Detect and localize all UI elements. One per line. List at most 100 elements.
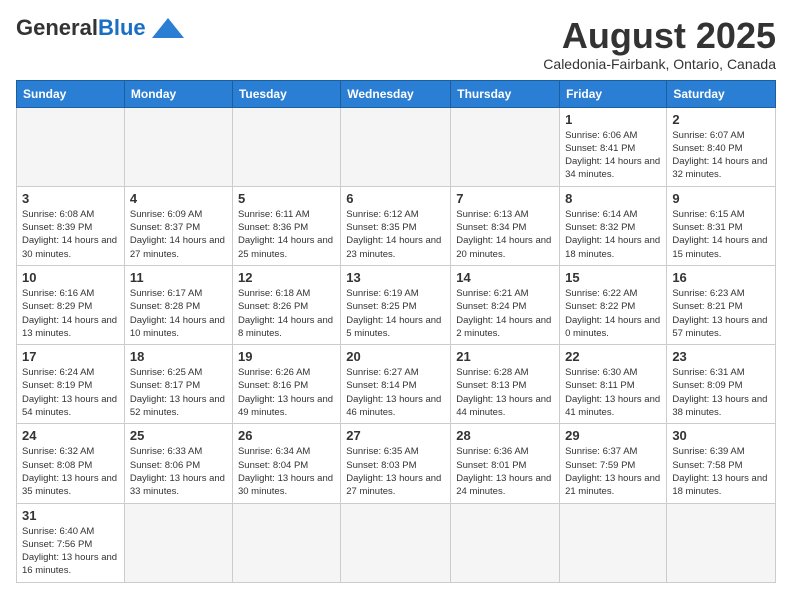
day-info: Sunrise: 6:32 AM Sunset: 8:08 PM Dayligh… xyxy=(22,445,119,498)
day-number: 24 xyxy=(22,428,119,443)
day-cell xyxy=(341,503,451,582)
logo-icon xyxy=(150,16,186,40)
day-number: 20 xyxy=(346,349,445,364)
day-cell: 1Sunrise: 6:06 AM Sunset: 8:41 PM Daylig… xyxy=(560,107,667,186)
day-cell: 19 Sunrise: 6:26 AM Sunset: 8:16 PM Dayli… xyxy=(232,345,340,424)
day-info: Sunrise: 6:26 AM Sunset: 8:16 PM Dayligh… xyxy=(238,366,335,419)
day-cell xyxy=(560,503,667,582)
day-info: Sunrise: 6:33 AM Sunset: 8:06 PM Dayligh… xyxy=(130,445,227,498)
calendar-header: SundayMondayTuesdayWednesdayThursdayFrid… xyxy=(17,80,776,107)
day-number: 17 xyxy=(22,349,119,364)
week-row-6: 31 Sunrise: 6:40 AM Sunset: 7:56 PM Dayli… xyxy=(17,503,776,582)
day-info: Sunrise: 6:35 AM Sunset: 8:03 PM Dayligh… xyxy=(346,445,445,498)
day-info: Sunrise: 6:11 AM Sunset: 8:36 PM Dayligh… xyxy=(238,208,335,261)
day-number: 28 xyxy=(456,428,554,443)
day-cell: 23 Sunrise: 6:31 AM Sunset: 8:09 PM Dayli… xyxy=(667,345,776,424)
header-cell-thursday: Thursday xyxy=(451,80,560,107)
day-number: 10 xyxy=(22,270,119,285)
day-cell xyxy=(17,107,125,186)
day-info: Sunrise: 6:14 AM Sunset: 8:32 PM Dayligh… xyxy=(565,208,661,261)
day-number: 30 xyxy=(672,428,770,443)
day-info: Sunrise: 6:18 AM Sunset: 8:26 PM Dayligh… xyxy=(238,287,335,340)
day-number: 23 xyxy=(672,349,770,364)
day-info: Sunrise: 6:06 AM Sunset: 8:41 PM Dayligh… xyxy=(565,129,661,182)
day-cell xyxy=(341,107,451,186)
day-number: 14 xyxy=(456,270,554,285)
day-cell: 4Sunrise: 6:09 AM Sunset: 8:37 PM Daylig… xyxy=(124,186,232,265)
header-cell-saturday: Saturday xyxy=(667,80,776,107)
header-row: SundayMondayTuesdayWednesdayThursdayFrid… xyxy=(17,80,776,107)
week-row-5: 24 Sunrise: 6:32 AM Sunset: 8:08 PM Dayli… xyxy=(17,424,776,503)
day-info: Sunrise: 6:12 AM Sunset: 8:35 PM Dayligh… xyxy=(346,208,445,261)
logo-area: GeneralBlue xyxy=(16,16,186,40)
day-number: 15 xyxy=(565,270,661,285)
day-cell: 14Sunrise: 6:21 AM Sunset: 8:24 PM Dayli… xyxy=(451,265,560,344)
day-info: Sunrise: 6:28 AM Sunset: 8:13 PM Dayligh… xyxy=(456,366,554,419)
day-info: Sunrise: 6:27 AM Sunset: 8:14 PM Dayligh… xyxy=(346,366,445,419)
day-info: Sunrise: 6:31 AM Sunset: 8:09 PM Dayligh… xyxy=(672,366,770,419)
day-cell: 5 Sunrise: 6:11 AM Sunset: 8:36 PM Daylig… xyxy=(232,186,340,265)
day-number: 31 xyxy=(22,508,119,523)
day-number: 27 xyxy=(346,428,445,443)
day-cell: 9Sunrise: 6:15 AM Sunset: 8:31 PM Daylig… xyxy=(667,186,776,265)
day-cell: 18 Sunrise: 6:25 AM Sunset: 8:17 PM Dayli… xyxy=(124,345,232,424)
day-number: 11 xyxy=(130,270,227,285)
day-cell: 2Sunrise: 6:07 AM Sunset: 8:40 PM Daylig… xyxy=(667,107,776,186)
day-cell: 15 Sunrise: 6:22 AM Sunset: 8:22 PM Dayli… xyxy=(560,265,667,344)
day-info: Sunrise: 6:36 AM Sunset: 8:01 PM Dayligh… xyxy=(456,445,554,498)
day-info: Sunrise: 6:30 AM Sunset: 8:11 PM Dayligh… xyxy=(565,366,661,419)
day-cell xyxy=(451,503,560,582)
day-number: 5 xyxy=(238,191,335,206)
day-info: Sunrise: 6:17 AM Sunset: 8:28 PM Dayligh… xyxy=(130,287,227,340)
day-info: Sunrise: 6:09 AM Sunset: 8:37 PM Dayligh… xyxy=(130,208,227,261)
day-info: Sunrise: 6:13 AM Sunset: 8:34 PM Dayligh… xyxy=(456,208,554,261)
day-cell: 3 Sunrise: 6:08 AM Sunset: 8:39 PM Daylig… xyxy=(17,186,125,265)
day-info: Sunrise: 6:23 AM Sunset: 8:21 PM Dayligh… xyxy=(672,287,770,340)
day-cell: 27 Sunrise: 6:35 AM Sunset: 8:03 PM Dayli… xyxy=(341,424,451,503)
day-cell: 29 Sunrise: 6:37 AM Sunset: 7:59 PM Dayli… xyxy=(560,424,667,503)
day-number: 8 xyxy=(565,191,661,206)
day-info: Sunrise: 6:37 AM Sunset: 7:59 PM Dayligh… xyxy=(565,445,661,498)
day-cell: 24 Sunrise: 6:32 AM Sunset: 8:08 PM Dayli… xyxy=(17,424,125,503)
day-cell xyxy=(124,107,232,186)
day-number: 18 xyxy=(130,349,227,364)
week-row-4: 17Sunrise: 6:24 AM Sunset: 8:19 PM Dayli… xyxy=(17,345,776,424)
day-cell: 30 Sunrise: 6:39 AM Sunset: 7:58 PM Dayli… xyxy=(667,424,776,503)
day-cell: 31 Sunrise: 6:40 AM Sunset: 7:56 PM Dayli… xyxy=(17,503,125,582)
day-number: 13 xyxy=(346,270,445,285)
day-info: Sunrise: 6:40 AM Sunset: 7:56 PM Dayligh… xyxy=(22,525,119,578)
subtitle: Caledonia-Fairbank, Ontario, Canada xyxy=(543,56,776,72)
logo-text: GeneralBlue xyxy=(16,17,146,39)
week-row-3: 10 Sunrise: 6:16 AM Sunset: 8:29 PM Dayli… xyxy=(17,265,776,344)
day-cell xyxy=(667,503,776,582)
day-info: Sunrise: 6:39 AM Sunset: 7:58 PM Dayligh… xyxy=(672,445,770,498)
day-cell xyxy=(124,503,232,582)
day-number: 29 xyxy=(565,428,661,443)
header: GeneralBlue August 2025 Caledonia-Fairba… xyxy=(16,16,776,72)
day-cell: 11 Sunrise: 6:17 AM Sunset: 8:28 PM Dayli… xyxy=(124,265,232,344)
week-row-2: 3 Sunrise: 6:08 AM Sunset: 8:39 PM Daylig… xyxy=(17,186,776,265)
day-cell: 25 Sunrise: 6:33 AM Sunset: 8:06 PM Dayli… xyxy=(124,424,232,503)
title-area: August 2025 Caledonia-Fairbank, Ontario,… xyxy=(543,16,776,72)
day-info: Sunrise: 6:34 AM Sunset: 8:04 PM Dayligh… xyxy=(238,445,335,498)
header-cell-friday: Friday xyxy=(560,80,667,107)
day-number: 22 xyxy=(565,349,661,364)
day-number: 2 xyxy=(672,112,770,127)
day-number: 16 xyxy=(672,270,770,285)
day-cell: 26Sunrise: 6:34 AM Sunset: 8:04 PM Dayli… xyxy=(232,424,340,503)
day-cell: 10 Sunrise: 6:16 AM Sunset: 8:29 PM Dayli… xyxy=(17,265,125,344)
header-cell-sunday: Sunday xyxy=(17,80,125,107)
day-info: Sunrise: 6:25 AM Sunset: 8:17 PM Dayligh… xyxy=(130,366,227,419)
day-cell: 13 Sunrise: 6:19 AM Sunset: 8:25 PM Dayli… xyxy=(341,265,451,344)
header-cell-wednesday: Wednesday xyxy=(341,80,451,107)
day-info: Sunrise: 6:16 AM Sunset: 8:29 PM Dayligh… xyxy=(22,287,119,340)
day-number: 25 xyxy=(130,428,227,443)
day-number: 3 xyxy=(22,191,119,206)
month-title: August 2025 xyxy=(543,16,776,56)
day-info: Sunrise: 6:19 AM Sunset: 8:25 PM Dayligh… xyxy=(346,287,445,340)
day-number: 19 xyxy=(238,349,335,364)
day-info: Sunrise: 6:08 AM Sunset: 8:39 PM Dayligh… xyxy=(22,208,119,261)
day-cell: 20 Sunrise: 6:27 AM Sunset: 8:14 PM Dayli… xyxy=(341,345,451,424)
day-cell: 17Sunrise: 6:24 AM Sunset: 8:19 PM Dayli… xyxy=(17,345,125,424)
day-info: Sunrise: 6:22 AM Sunset: 8:22 PM Dayligh… xyxy=(565,287,661,340)
